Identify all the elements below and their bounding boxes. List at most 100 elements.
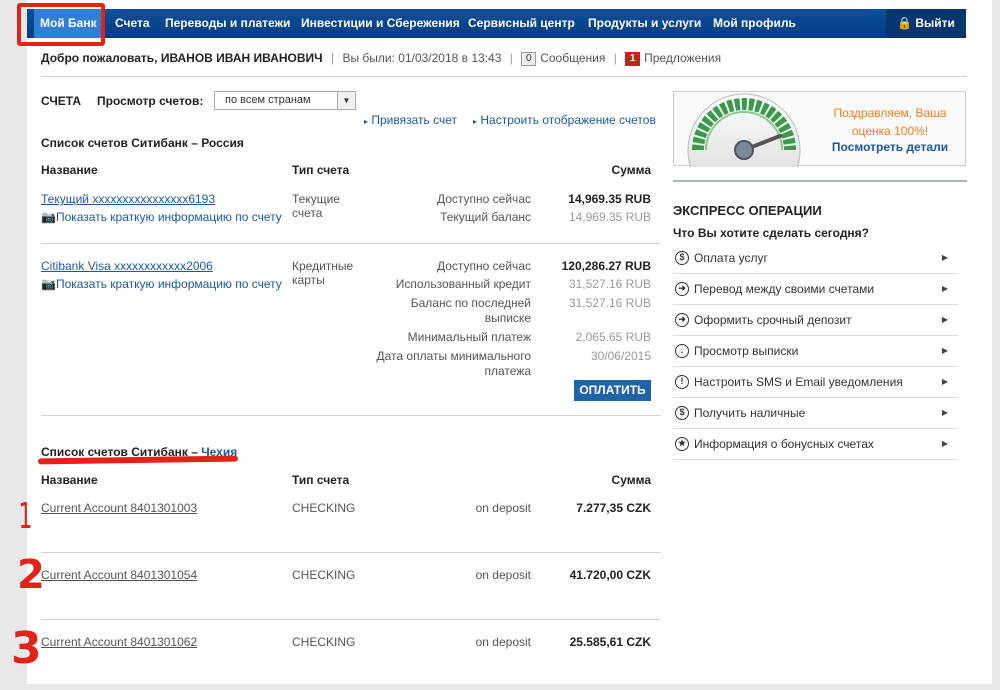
- show-info-link[interactable]: 📷Показать краткую информацию по счету: [41, 210, 282, 224]
- column-amount-header: Сумма: [611, 163, 651, 177]
- configure-display-label: Настроить отображение счетов: [480, 113, 656, 127]
- last-visit: Вы были: 01/03/2018 в 13:43: [342, 51, 502, 65]
- show-info-link[interactable]: 📷Показать краткую информацию по счету: [41, 277, 282, 291]
- detail-label: Минимальный платеж: [407, 330, 531, 344]
- divider: [41, 619, 661, 620]
- download-icon: ↓: [675, 344, 689, 358]
- transfer-icon: ➜: [675, 282, 689, 296]
- divider: [673, 180, 967, 182]
- score-widget: Поздравляем, Ваша оценка 100%! Посмотрет…: [673, 91, 966, 167]
- score-details-link[interactable]: Посмотреть детали: [820, 140, 960, 154]
- czech-account-type: CHECKING: [292, 635, 356, 649]
- accounts-title: СЧЕТА: [41, 94, 82, 108]
- link-account-link[interactable]: ▸ Привязать счет: [364, 113, 457, 127]
- nav-products[interactable]: Продукты и услуги: [588, 9, 701, 38]
- annotation-number: 3: [11, 623, 42, 674]
- chevron-right-icon: ▶: [941, 253, 948, 262]
- czech-account-status: on deposit: [475, 568, 531, 582]
- account-visa-link[interactable]: Citibank Visa xxxxxxxxxxxx2006: [41, 259, 213, 273]
- czech-account-link[interactable]: Current Account 8401301003: [41, 501, 197, 515]
- chevron-right-icon: ▶: [941, 346, 948, 355]
- russia-section-title: Список счетов Ситибанк – Россия: [41, 136, 244, 150]
- nav-transfers[interactable]: Переводы и платежи: [165, 9, 290, 38]
- express-item-label: Настроить SMS и Email уведомления: [694, 375, 903, 389]
- express-item-label: Оформить срочный депозит: [694, 313, 852, 327]
- chevron-right-icon: ▶: [941, 408, 948, 417]
- nav-profile[interactable]: Мой профиль: [713, 9, 796, 38]
- express-item-statement[interactable]: ↓ Просмотр выписки ▶: [673, 336, 958, 367]
- annotation-number: 2: [17, 552, 45, 598]
- express-item-cash[interactable]: $ Получить наличные ▶: [673, 398, 958, 429]
- messages-count-badge: 0: [521, 51, 537, 66]
- column-name-header: Название: [41, 473, 98, 487]
- star-icon: ★: [675, 437, 689, 451]
- express-item-transfer[interactable]: ➜ Перевод между своими счетами ▶: [673, 274, 958, 305]
- welcome-greeting: Добро пожаловать,: [41, 51, 158, 65]
- detail-label: Дата оплаты минимального платежа: [376, 349, 532, 378]
- gauge-icon: [687, 93, 801, 167]
- detail-value: 2,065.65 RUB: [575, 330, 651, 344]
- annotation-highlight-box: [17, 3, 105, 46]
- express-item-pay-services[interactable]: $ Оплата услуг ▶: [673, 243, 958, 274]
- show-info-label: Показать краткую информацию по счету: [55, 277, 282, 291]
- configure-display-link[interactable]: ▸ Настроить отображение счетов: [473, 113, 656, 127]
- country-select[interactable]: по всем странам ▼: [214, 91, 356, 110]
- czech-account-amount: 41.720,00 CZK: [569, 568, 651, 582]
- chevron-right-icon: ▶: [941, 284, 948, 293]
- divider: [41, 415, 661, 416]
- alert-icon: !: [675, 375, 689, 389]
- detail-value: 14,969.35 RUB: [568, 210, 651, 224]
- detail-value: 14,969.35 RUB: [568, 192, 651, 206]
- detail-label: Баланс по последней выписке: [410, 296, 531, 325]
- express-item-label: Перевод между своими счетами: [694, 282, 875, 296]
- czech-account-type: CHECKING: [292, 501, 356, 515]
- logout-label: Выйти: [915, 16, 955, 30]
- account-type: Текущие счета: [292, 192, 340, 220]
- detail-label: Доступно сейчас: [436, 192, 531, 206]
- express-item-deposit[interactable]: ➜ Оформить срочный депозит ▶: [673, 305, 958, 336]
- express-item-label: Просмотр выписки: [694, 344, 799, 358]
- divider: [41, 76, 966, 77]
- detail-label: Использованный кредит: [395, 277, 531, 291]
- detail-value: 31,527.16 RUB: [568, 296, 651, 310]
- czech-account-status: on deposit: [475, 501, 531, 515]
- offers-link[interactable]: Предложения: [644, 51, 721, 65]
- camera-icon: 📷: [41, 210, 56, 224]
- welcome-bar: Добро пожаловать, ИВАНОВ ИВАН ИВАНОВИЧ |…: [41, 51, 722, 66]
- nav-accounts[interactable]: Счета: [115, 9, 150, 38]
- detail-label: Доступно сейчас: [436, 259, 531, 273]
- pay-button[interactable]: ОПЛАТИТЬ: [574, 380, 651, 401]
- dollar-icon: $: [675, 251, 689, 265]
- detail-value: 31,527.16 RUB: [568, 277, 651, 291]
- logout-button[interactable]: 🔒 Выйти: [886, 9, 966, 38]
- express-item-bonus[interactable]: ★ Информация о бонусных счетах ▶: [673, 429, 958, 460]
- detail-value: 120,286.27 RUB: [561, 259, 651, 273]
- offers-count-badge: 1: [625, 51, 641, 66]
- user-name: ИВАНОВ ИВАН ИВАНОВИЧ: [160, 51, 323, 65]
- chevron-right-icon: ▶: [941, 439, 948, 448]
- express-operations-list: $ Оплата услуг ▶ ➜ Перевод между своими …: [673, 243, 958, 460]
- column-amount-header: Сумма: [611, 473, 651, 487]
- express-subtitle: Что Вы хотите сделать сегодня?: [673, 226, 870, 240]
- nav-investments[interactable]: Инвестиции и Сбережения: [301, 9, 460, 38]
- detail-label: Текущий баланс: [440, 210, 531, 224]
- czech-account-link[interactable]: Current Account 8401301062: [41, 635, 197, 649]
- lock-icon: 🔒: [897, 16, 913, 30]
- country-select-value: по всем странам: [225, 94, 311, 106]
- divider: [41, 552, 661, 553]
- link-account-label: Привязать счет: [371, 113, 457, 127]
- arrow-right-icon: ▸: [364, 117, 369, 126]
- czech-account-amount: 7.277,35 CZK: [576, 501, 651, 515]
- account-current-link[interactable]: Текущий xxxxxxxxxxxxxxxx6193: [41, 192, 215, 206]
- column-name-header: Название: [41, 163, 98, 177]
- nav-service-center[interactable]: Сервисный центр: [468, 9, 575, 38]
- express-item-label: Оплата услуг: [694, 251, 768, 265]
- messages-link[interactable]: Сообщения: [540, 51, 605, 65]
- czech-account-link[interactable]: Current Account 8401301054: [41, 568, 197, 582]
- view-accounts-label: Просмотр счетов:: [97, 94, 204, 108]
- chevron-right-icon: ▶: [941, 315, 948, 324]
- camera-icon: 📷: [41, 277, 56, 291]
- express-item-notifications[interactable]: ! Настроить SMS и Email уведомления ▶: [673, 367, 958, 398]
- chevron-right-icon: ▶: [941, 377, 948, 386]
- annotation-number: 1: [18, 496, 33, 537]
